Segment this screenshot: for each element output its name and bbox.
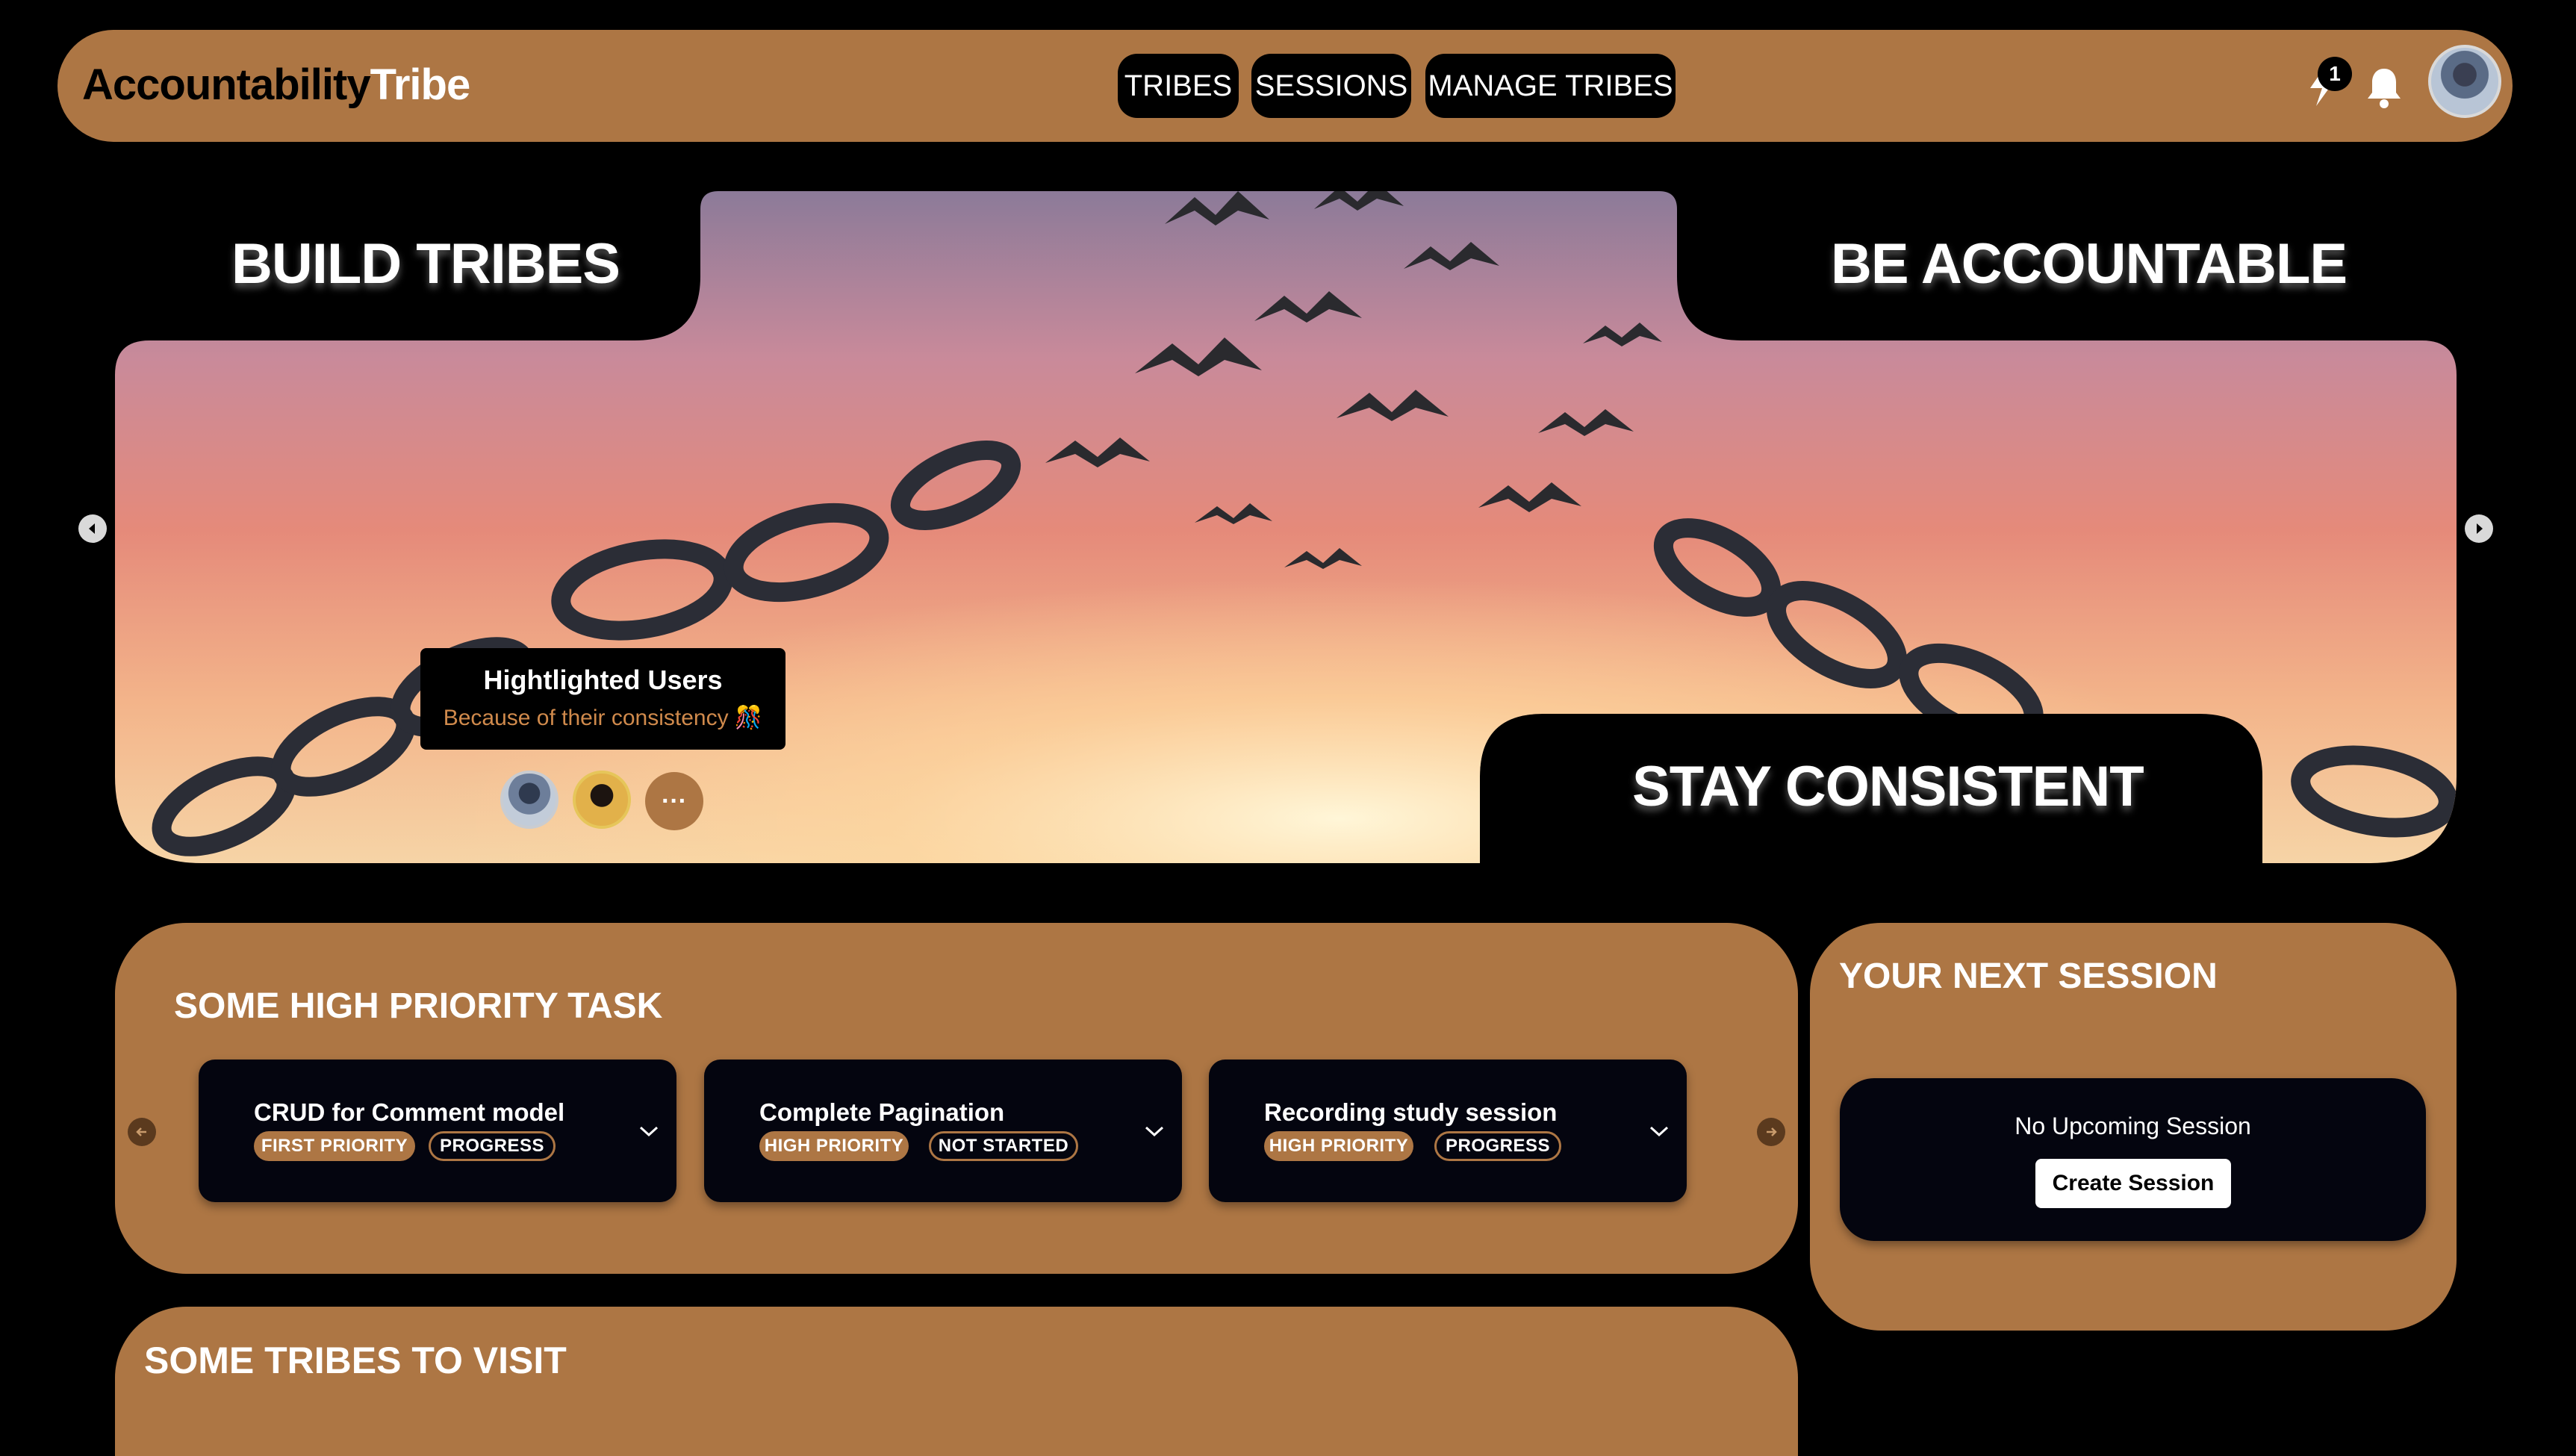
no-upcoming-session-text: No Upcoming Session bbox=[2015, 1113, 2251, 1139]
task-card[interactable]: Recording study session HIGH PRIORITY PR… bbox=[1209, 1060, 1687, 1202]
hero-next-arrow-icon[interactable] bbox=[2465, 514, 2493, 543]
tasks-section-title: SOME HIGH PRIORITY TASK bbox=[174, 986, 663, 1026]
more-users-button[interactable]: ··· bbox=[645, 772, 703, 830]
next-session-title: YOUR NEXT SESSION bbox=[1839, 956, 2218, 996]
highlighted-user-avatar[interactable] bbox=[500, 771, 559, 829]
highlighted-users-card: Hightlighted Users Because of their cons… bbox=[420, 648, 785, 750]
tasks-prev-arrow-icon[interactable] bbox=[128, 1118, 156, 1146]
tribes-section-title: SOME TRIBES TO VISIT bbox=[144, 1340, 567, 1381]
task-title: CRUD for Comment model bbox=[254, 1098, 565, 1126]
highlighted-users-subtitle: Because of their consistency 🎊 bbox=[443, 706, 763, 730]
task-title: Recording study session bbox=[1264, 1098, 1558, 1126]
chevron-down-icon[interactable] bbox=[1648, 1124, 1670, 1139]
hero-be-accountable-label: BE ACCOUNTABLE bbox=[1831, 232, 2348, 296]
status-badge: PROGRESS bbox=[429, 1131, 556, 1161]
task-title: Complete Pagination bbox=[759, 1098, 1005, 1126]
chevron-down-icon[interactable] bbox=[1143, 1124, 1166, 1139]
status-badge: NOT STARTED bbox=[929, 1131, 1078, 1161]
highlighted-user-avatar[interactable] bbox=[573, 771, 631, 829]
status-badge: PROGRESS bbox=[1434, 1131, 1561, 1161]
chevron-down-icon[interactable] bbox=[638, 1124, 660, 1139]
hero-banner bbox=[0, 0, 2576, 896]
hero-prev-arrow-icon[interactable] bbox=[78, 514, 107, 543]
create-session-button[interactable]: Create Session bbox=[2035, 1159, 2231, 1208]
priority-badge: FIRST PRIORITY bbox=[254, 1131, 415, 1161]
task-card[interactable]: Complete Pagination HIGH PRIORITY NOT ST… bbox=[704, 1060, 1182, 1202]
priority-badge: HIGH PRIORITY bbox=[1264, 1131, 1413, 1161]
task-card[interactable]: CRUD for Comment model FIRST PRIORITY PR… bbox=[199, 1060, 676, 1202]
hero-image bbox=[115, 191, 2457, 863]
hero-stay-consistent-label: STAY CONSISTENT bbox=[1632, 755, 2144, 818]
priority-badge: HIGH PRIORITY bbox=[759, 1131, 909, 1161]
hero-build-tribes-label: BUILD TRIBES bbox=[231, 232, 620, 296]
tasks-next-arrow-icon[interactable] bbox=[1757, 1118, 1785, 1146]
highlighted-users-title: Hightlighted Users bbox=[483, 665, 723, 695]
